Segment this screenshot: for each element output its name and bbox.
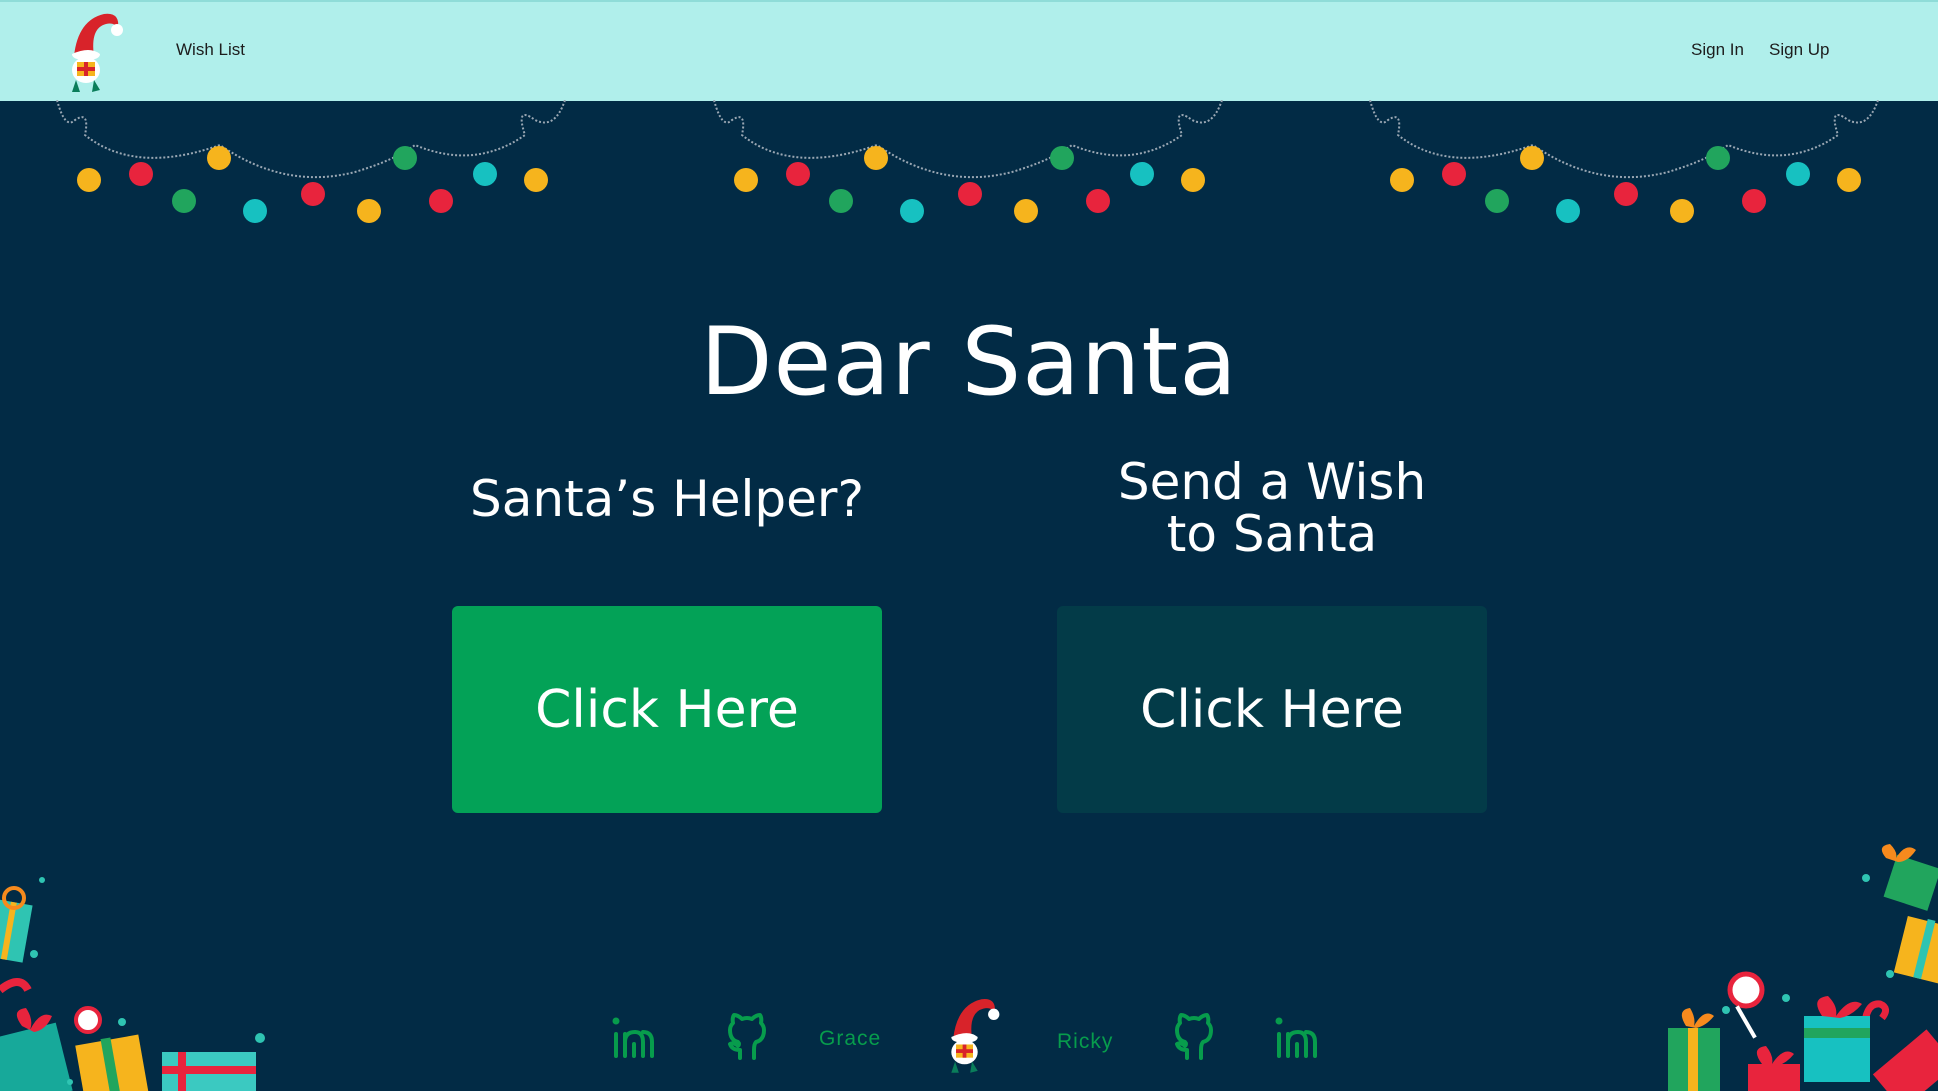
footer-name-ricky: Ricky (1057, 1030, 1114, 1053)
string-lights-decoration (56, 100, 566, 223)
page-title: Dear Santa (700, 308, 1238, 417)
santas-helper-button[interactable]: Click Here (452, 606, 882, 813)
navbar: Wish List Sign In Sign Up (0, 0, 1938, 101)
linkedin-icon[interactable] (609, 1012, 659, 1062)
string-lights-decoration (1369, 100, 1879, 223)
nav-sign-up-link[interactable]: Sign Up (1769, 40, 1829, 60)
nav-wish-list-link[interactable]: Wish List (176, 40, 245, 60)
gifts-decoration (0, 877, 265, 1091)
string-lights-decoration (713, 100, 1223, 223)
santas-helper-heading: Santa’s Helper? (470, 470, 864, 528)
footer-name-grace: Grace (819, 1027, 882, 1050)
gnome-logo-icon[interactable] (60, 10, 130, 96)
linkedin-icon[interactable] (1272, 1012, 1322, 1062)
gnome-logo-icon (951, 999, 1000, 1073)
nav-sign-in-link[interactable]: Sign In (1691, 40, 1744, 60)
send-wish-button[interactable]: Click Here (1057, 606, 1487, 813)
github-icon[interactable] (722, 1012, 772, 1062)
gifts-decoration (1668, 844, 1938, 1091)
github-icon[interactable] (1169, 1012, 1219, 1062)
send-wish-heading: Send a Wish to Santa (1117, 453, 1427, 563)
